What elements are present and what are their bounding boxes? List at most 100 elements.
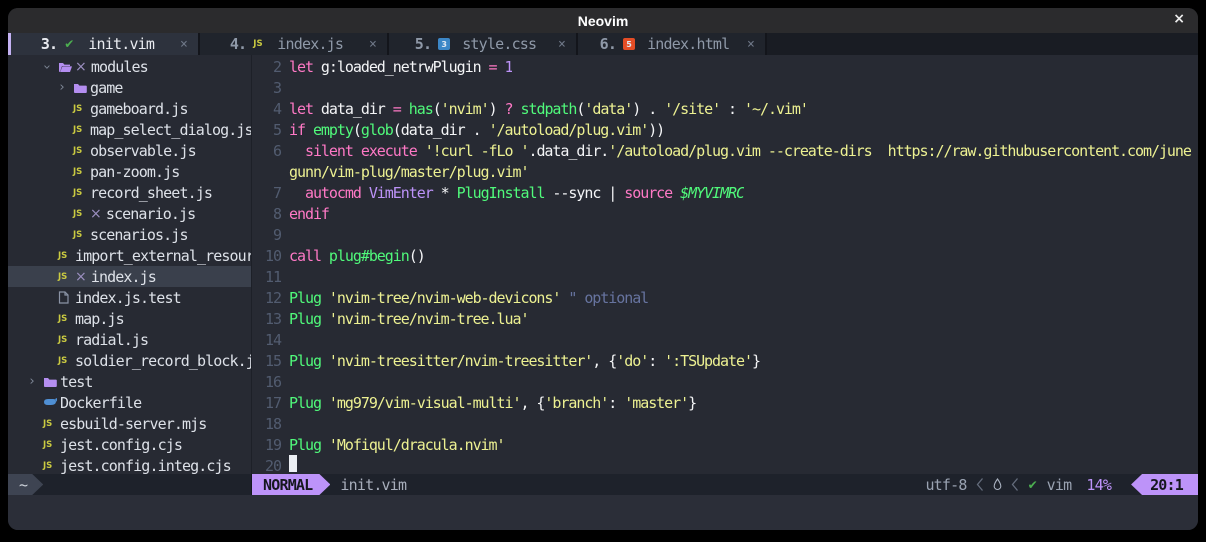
file-tree-sidebar[interactable]: › ×modules › game JS gameboard.js JS map… (8, 55, 251, 474)
tab-index.html[interactable]: 6. 5 index.html × (578, 33, 767, 55)
code-line[interactable]: 9 (252, 224, 1198, 245)
close-window-icon[interactable]: × (1173, 11, 1185, 27)
tree-item-record_sheet.js[interactable]: JS record_sheet.js (8, 182, 251, 203)
status-spacer (406, 474, 925, 495)
tree-item-observable.js[interactable]: JS observable.js (8, 140, 251, 161)
file-type-icon-slot: JS (73, 104, 90, 114)
tree-item-gameboard.js[interactable]: JS gameboard.js (8, 98, 251, 119)
tree-item-radial.js[interactable]: JS radial.js (8, 329, 251, 350)
tree-item-label: pan-zoom.js (90, 163, 179, 181)
line-number: 13 (252, 310, 289, 328)
javascript-icon: JS (73, 104, 82, 114)
tree-item-Dockerfile[interactable]: Dockerfile (8, 392, 251, 413)
tree-item-map_select_dialog.js[interactable]: JS map_select_dialog.js (8, 119, 251, 140)
tree-item-label: map_select_dialog.js (90, 121, 251, 139)
code-line[interactable]: 4 let data_dir = has('nvim') ? stdpath('… (252, 98, 1198, 119)
text-cursor (289, 455, 297, 472)
file-type-icon-slot: JS (58, 272, 75, 282)
file-type-icon-slot: JS (43, 440, 60, 450)
tab-label: index.js (277, 35, 357, 53)
tree-item-test[interactable]: › test (8, 371, 251, 392)
tree-item-index.js[interactable]: JS ×index.js (8, 266, 251, 287)
code-line[interactable]: 20 (252, 455, 1198, 474)
javascript-icon: JS (73, 209, 82, 219)
scroll-progress: 14% (1086, 476, 1111, 494)
tree-item-jest.config.integ.cjs[interactable]: JS jest.config.integ.cjs (8, 455, 251, 474)
folder-icon (73, 82, 87, 94)
code-line[interactable]: 19 Plug 'Mofiqul/dracula.nvim' (252, 434, 1198, 455)
line-number: 16 (252, 373, 289, 391)
filetype-vim-icon: ✔ (1028, 478, 1038, 492)
javascript-icon: JS (58, 314, 67, 324)
tab-number: 4. (230, 35, 246, 53)
code-line[interactable]: 12 Plug 'nvim-tree/nvim-web-devicons' " … (252, 287, 1198, 308)
tree-item-scenario.js[interactable]: JS ×scenario.js (8, 203, 251, 224)
javascript-icon: JS (58, 356, 67, 366)
code-line[interactable]: 14 (252, 329, 1198, 350)
separator-slot-1 (976, 477, 984, 492)
code-text: Plug 'nvim-tree/nvim-tree.lua' (289, 310, 528, 328)
tree-item-map.js[interactable]: JS map.js (8, 308, 251, 329)
code-line[interactable]: 6 silent execute '!curl -fLo '.data_dir.… (252, 140, 1198, 161)
line-number: 18 (252, 415, 289, 433)
tab-number: 5. (415, 35, 431, 53)
tab-close-icon[interactable]: × (369, 37, 376, 52)
tab-style.css[interactable]: 5. 3 style.css × (389, 33, 578, 55)
code-line[interactable]: 10 call plug#begin() (252, 245, 1198, 266)
status-line: ~ NORMAL init.vim utf-8 ✔ vim 14% 20:1 (8, 474, 1198, 495)
main-area: › ×modules › game JS gameboard.js JS map… (8, 55, 1198, 474)
javascript-icon: JS (58, 251, 67, 261)
tree-item-label: import_external_resour (75, 247, 251, 265)
code-line[interactable]: 3 (252, 77, 1198, 98)
file-type-icon-slot (58, 61, 75, 73)
file-type-icon-slot: JS (43, 419, 60, 429)
tree-item-label: radial.js (75, 331, 148, 349)
line-number: 11 (252, 268, 289, 286)
line-number: 12 (252, 289, 289, 307)
code-text: Plug 'mg979/vim-visual-multi', {'branch'… (289, 394, 696, 412)
tree-status-tilde: ~ (8, 474, 43, 495)
tree-item-modules[interactable]: › ×modules (8, 56, 251, 77)
code-line[interactable]: 15 Plug 'nvim-treesitter/nvim-treesitter… (252, 350, 1198, 371)
code-line[interactable]: 5 if empty(glob(data_dir . '/autoload/pl… (252, 119, 1198, 140)
tree-item-scenarios.js[interactable]: JS scenarios.js (8, 224, 251, 245)
code-line[interactable]: 13 Plug 'nvim-tree/nvim-tree.lua' (252, 308, 1198, 329)
tree-item-soldier_record_block.j[interactable]: JS soldier_record_block.j (8, 350, 251, 371)
tab-index.js[interactable]: 4. JS index.js × (200, 33, 389, 55)
file-type-icon-slot: JS (73, 125, 90, 135)
tab-close-icon[interactable]: × (558, 37, 565, 52)
javascript-icon: JS (73, 167, 82, 177)
code-line[interactable]: 11 (252, 266, 1198, 287)
tree-item-game[interactable]: › game (8, 77, 251, 98)
code-line[interactable]: 7 autocmd VimEnter * PlugInstall --sync … (252, 182, 1198, 203)
tree-item-jest.config.cjs[interactable]: JS jest.config.cjs (8, 434, 251, 455)
tree-item-esbuild-server.mjs[interactable]: JS esbuild-server.mjs (8, 413, 251, 434)
file-type-icon-slot (43, 376, 60, 388)
code-line[interactable]: 2 let g:loaded_netrwPlugin = 1 (252, 56, 1198, 77)
tree-item-label: modules (91, 58, 148, 76)
file-type-icon-slot: JS (58, 356, 75, 366)
tree-item-label: index.js.test (75, 289, 181, 307)
tree-item-pan-zoom.js[interactable]: JS pan-zoom.js (8, 161, 251, 182)
code-text: call plug#begin() (289, 247, 425, 265)
tab-close-icon[interactable]: × (180, 37, 187, 52)
os-icon (993, 478, 1002, 491)
code-line[interactable]: gunn/vim-plug/master/plug.vim' (252, 161, 1198, 182)
code-line[interactable]: 16 (252, 371, 1198, 392)
javascript-icon: JS (73, 230, 82, 240)
tab-icon-slot: ✔ (64, 37, 81, 51)
code-line[interactable]: 17 Plug 'mg979/vim-visual-multi', {'bran… (252, 392, 1198, 413)
separator-slot-2 (1011, 477, 1019, 492)
line-number: 2 (252, 58, 289, 76)
tree-item-label: jest.config.cjs (60, 436, 182, 454)
tab-close-icon[interactable]: × (747, 37, 754, 52)
git-status-badge: × (75, 59, 86, 75)
tree-item-index.js.test[interactable]: index.js.test (8, 287, 251, 308)
command-line-area[interactable] (8, 495, 1198, 530)
code-line[interactable]: 8 endif (252, 203, 1198, 224)
tab-init.vim[interactable]: 3. ✔ init.vim × (11, 33, 200, 55)
folder-icon (43, 376, 57, 388)
code-line[interactable]: 18 (252, 413, 1198, 434)
editor-pane[interactable]: 2 let g:loaded_netrwPlugin = 1 3 4 let d… (251, 55, 1198, 474)
tree-item-import_external_resour[interactable]: JS import_external_resour (8, 245, 251, 266)
